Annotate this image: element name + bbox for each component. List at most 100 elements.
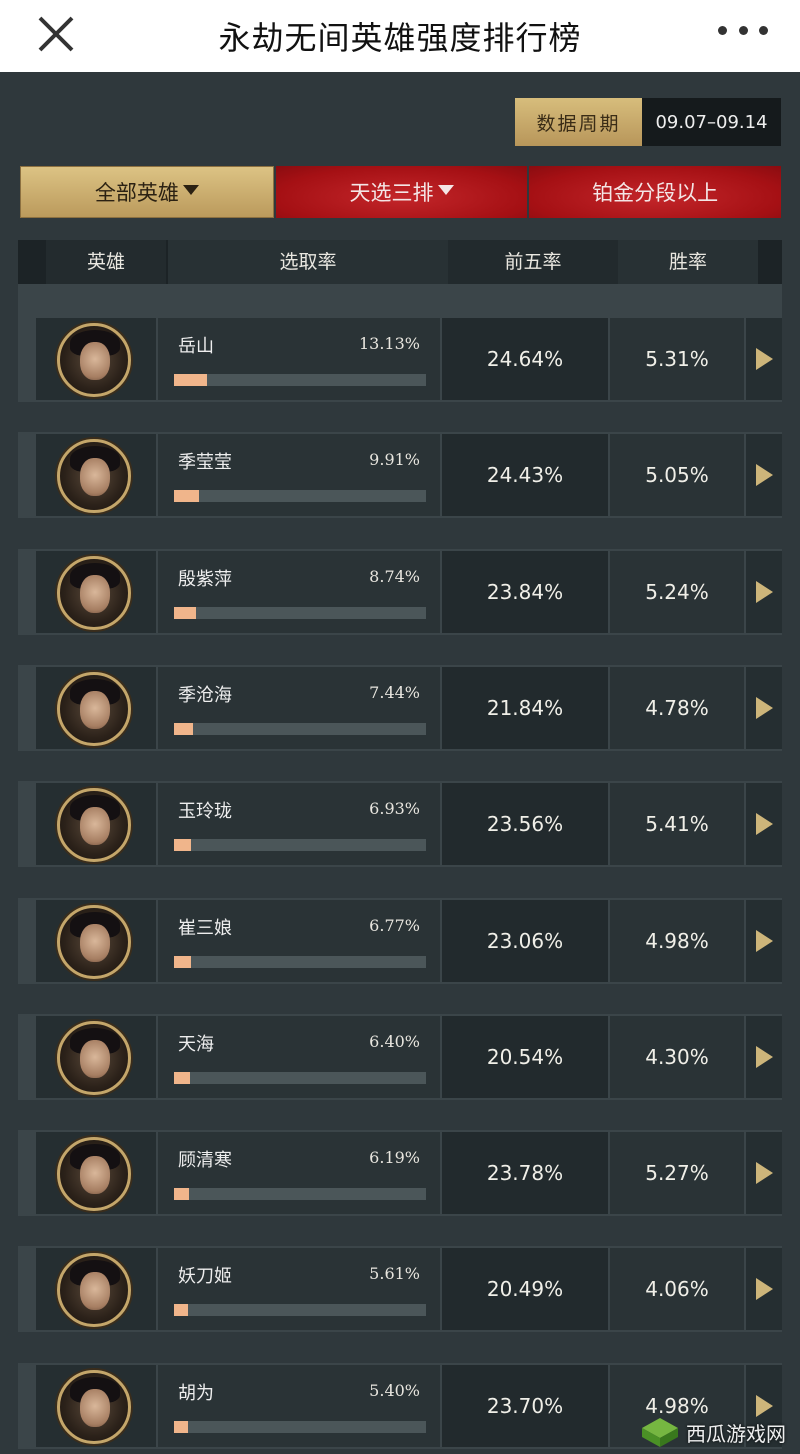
- hero-name: 岳山: [178, 336, 214, 357]
- pick-rate-bar: [174, 722, 426, 735]
- win-rate: 4.06%: [610, 1248, 744, 1331]
- avatar: [57, 904, 131, 979]
- pick-rate-cell: 岳山 13.13%: [158, 318, 440, 400]
- win-rate: 5.41%: [610, 783, 744, 866]
- table-row[interactable]: 天海 6.40% 20.54% 4.30%: [18, 1013, 782, 1100]
- table-row[interactable]: 岳山 13.13% 24.64% 5.31%: [18, 316, 782, 402]
- top5-rate: 23.06%: [442, 899, 608, 982]
- table-row[interactable]: 季莹莹 9.91% 24.43% 5.05%: [18, 432, 782, 519]
- pick-rate-bar: [174, 1420, 426, 1433]
- filter-label: 天选三排: [349, 181, 434, 205]
- avatar-face: [80, 574, 110, 613]
- close-icon[interactable]: [34, 12, 78, 56]
- win-rate: 4.30%: [610, 1015, 744, 1098]
- avatar: [57, 1137, 131, 1212]
- row-detail-button[interactable]: [746, 666, 782, 749]
- pick-rate-cell: 季沧海 7.44%: [158, 666, 440, 749]
- win-rate: 4.78%: [610, 666, 744, 749]
- header-top5-rate: 前五率: [448, 240, 618, 284]
- avatar-face: [80, 690, 110, 729]
- play-arrow-icon: [755, 464, 773, 487]
- avatar: [57, 555, 131, 630]
- pick-rate-bar: [174, 490, 426, 503]
- table-row[interactable]: 妖刀姬 5.61% 20.49% 4.06%: [18, 1246, 782, 1333]
- pick-rate-bar-fill: [174, 490, 199, 503]
- avatar-face: [80, 807, 110, 846]
- top5-rate: 23.84%: [442, 550, 608, 633]
- pick-rate-value: 6.77%: [369, 915, 420, 935]
- top5-rate: 23.70%: [442, 1364, 608, 1447]
- header-spacer: [18, 284, 782, 316]
- pick-rate-value: 9.91%: [369, 450, 420, 470]
- pick-rate-bar-fill: [174, 1420, 188, 1433]
- avatar-cell: [36, 434, 156, 517]
- pick-rate-value: 5.40%: [369, 1380, 420, 1400]
- row-detail-button[interactable]: [746, 1132, 782, 1215]
- hero-name: 玉玲珑: [178, 801, 232, 823]
- pick-rate-cell: 殷紫萍 8.74%: [158, 550, 440, 633]
- more-icon[interactable]: [718, 20, 768, 40]
- avatar-cell: [36, 550, 156, 633]
- table-row[interactable]: 顾清寒 6.19% 23.78% 5.27%: [18, 1130, 782, 1217]
- top5-rate: 21.84%: [442, 666, 608, 749]
- hero-name: 天海: [178, 1033, 214, 1055]
- row-detail-button[interactable]: [746, 1248, 782, 1331]
- pick-rate-value: 7.44%: [369, 682, 420, 702]
- row-detail-button[interactable]: [746, 434, 782, 517]
- hero-name: 顾清寒: [178, 1150, 232, 1172]
- table-row[interactable]: 殷紫萍 8.74% 23.84% 5.24%: [18, 548, 782, 635]
- avatar-cell: [36, 783, 156, 866]
- play-arrow-icon: [755, 1162, 773, 1185]
- top5-rate: 20.54%: [442, 1015, 608, 1098]
- avatar-face: [80, 1272, 110, 1311]
- play-arrow-icon: [755, 813, 773, 836]
- avatar: [57, 788, 131, 863]
- pick-rate-value: 6.19%: [369, 1148, 420, 1168]
- pick-rate-bar: [174, 1304, 426, 1317]
- avatar-face: [80, 1039, 110, 1078]
- pick-rate-bar-fill: [174, 1304, 188, 1317]
- pick-rate-bar: [174, 606, 426, 619]
- row-detail-button[interactable]: [746, 783, 782, 866]
- pick-rate-value: 13.13%: [358, 334, 420, 353]
- pick-rate-cell: 妖刀姬 5.61%: [158, 1248, 440, 1331]
- top-bar: 永劫无间英雄强度排行榜: [0, 0, 800, 72]
- table-row[interactable]: 玉玲珑 6.93% 23.56% 5.41%: [18, 781, 782, 868]
- filter-label: 铂金分段以上: [592, 181, 719, 205]
- header-pick-rate: 选取率: [168, 240, 448, 284]
- table-row[interactable]: 崔三娘 6.77% 23.06% 4.98%: [18, 897, 782, 984]
- avatar-cell: [36, 1015, 156, 1098]
- avatar: [57, 671, 131, 746]
- pick-rate-bar-fill: [174, 374, 207, 386]
- row-detail-button[interactable]: [746, 1015, 782, 1098]
- table-row[interactable]: 季沧海 7.44% 21.84% 4.78%: [18, 664, 782, 751]
- top5-rate: 24.64%: [442, 318, 608, 400]
- avatar-cell: [36, 318, 156, 400]
- row-detail-button[interactable]: [746, 318, 782, 400]
- avatar: [57, 1369, 131, 1444]
- pick-rate-value: 6.40%: [369, 1031, 420, 1051]
- avatar-face: [80, 458, 110, 497]
- table-header: 英雄 选取率 前五率 胜率: [18, 240, 782, 284]
- filter-label: 全部英雄: [94, 181, 179, 205]
- avatar-cell: [36, 899, 156, 982]
- period-value: 09.07–09.14: [642, 98, 781, 146]
- pick-rate-cell: 玉玲珑 6.93%: [158, 783, 440, 866]
- play-arrow-icon: [755, 580, 773, 603]
- filter-hero-type[interactable]: 全部英雄: [20, 166, 274, 218]
- hero-name: 崔三娘: [178, 917, 232, 939]
- pick-rate-value: 8.74%: [369, 566, 420, 586]
- filter-bar: 全部英雄 天选三排 铂金分段以上: [20, 166, 782, 218]
- filter-rank[interactable]: 铂金分段以上: [529, 166, 782, 218]
- header-hero: 英雄: [46, 240, 166, 284]
- hero-name: 妖刀姬: [178, 1266, 232, 1288]
- row-detail-button[interactable]: [746, 550, 782, 633]
- row-detail-button[interactable]: [746, 899, 782, 982]
- watermark: 西瓜游戏网: [640, 1416, 786, 1448]
- pick-rate-bar-fill: [174, 839, 191, 852]
- filter-mode[interactable]: 天选三排: [275, 166, 528, 218]
- pick-rate-bar: [174, 1188, 426, 1201]
- avatar-face: [80, 1156, 110, 1195]
- hero-name: 胡为: [178, 1382, 214, 1404]
- avatar-face: [80, 1388, 110, 1427]
